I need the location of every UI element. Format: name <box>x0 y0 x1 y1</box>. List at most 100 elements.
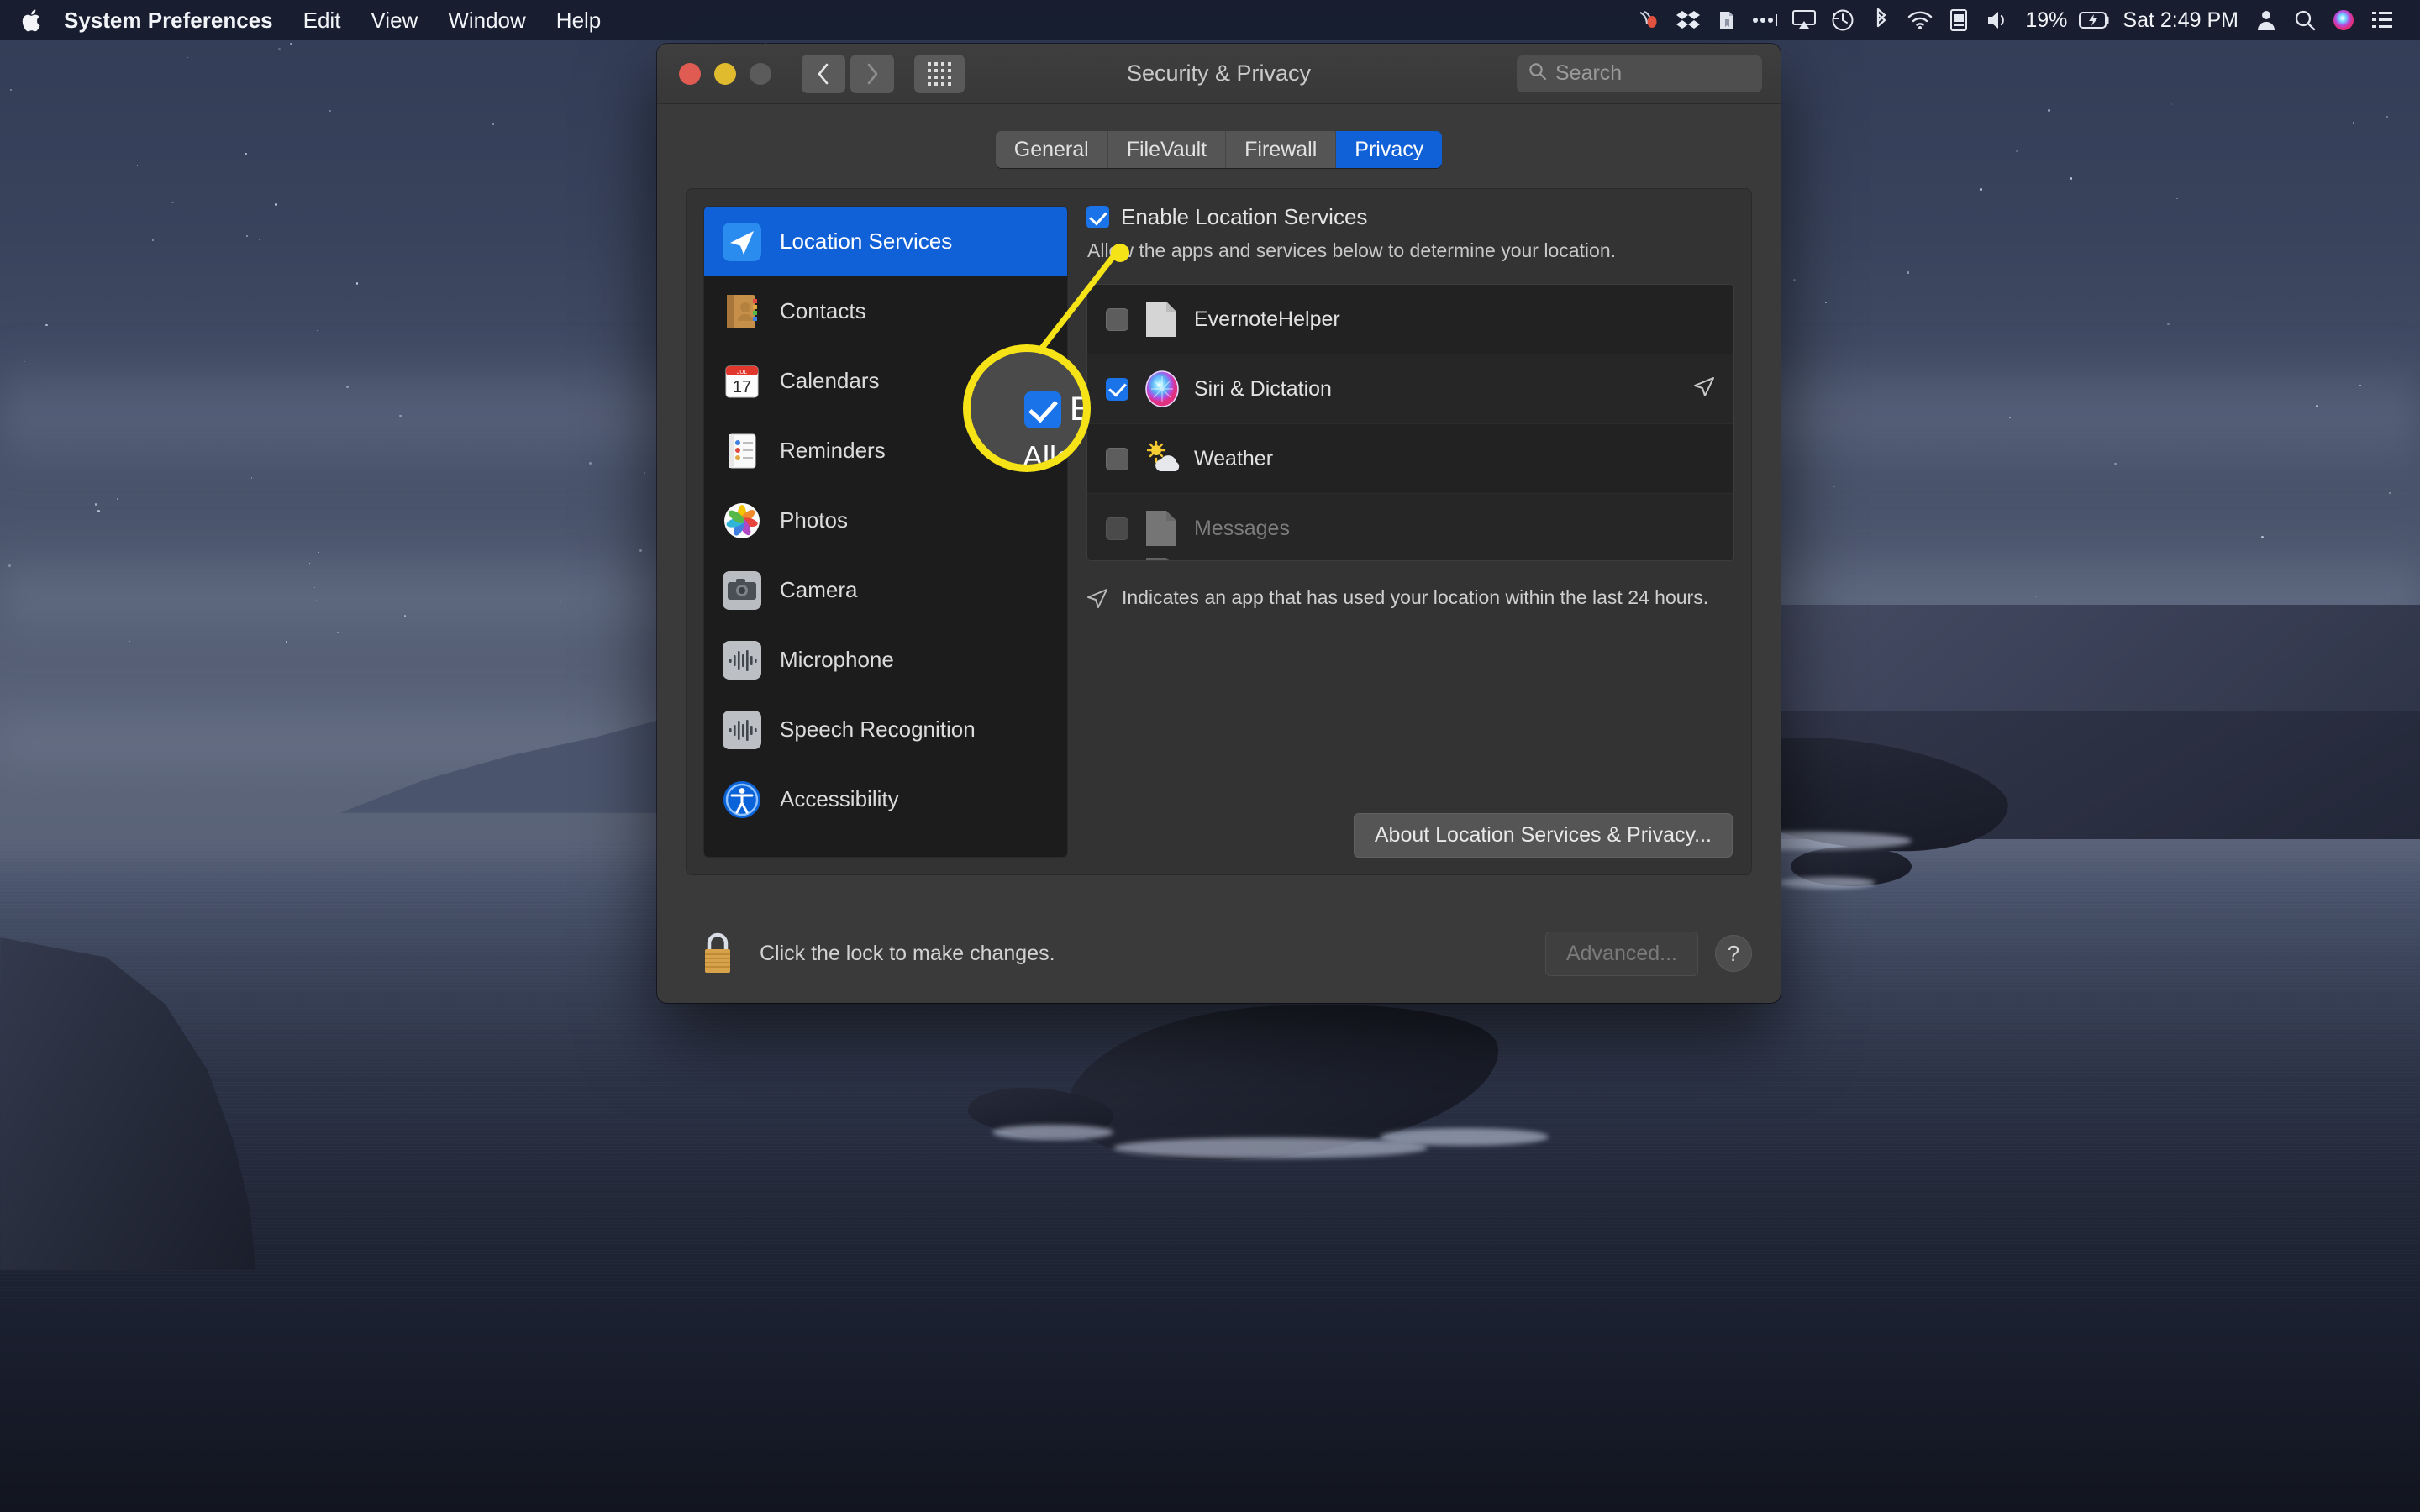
app-name-label: Messages <box>1194 516 1290 540</box>
window-titlebar[interactable]: Security & Privacy Search <box>657 44 1781 104</box>
recent-use-legend-text: Indicates an app that has used your loca… <box>1122 586 1709 608</box>
menubar-clock[interactable]: Sat 2:49 PM <box>2114 8 2247 33</box>
weather-sun-cloud-icon <box>1144 439 1180 478</box>
volume-icon[interactable] <box>1978 5 2017 35</box>
siri-icon[interactable] <box>2324 5 2363 35</box>
location-services-panel: Enable Location Services Allow the apps … <box>1083 206 1734 858</box>
tab-bar: General FileVault Firewall Privacy <box>657 104 1781 173</box>
search-input[interactable]: Search <box>1517 55 1762 92</box>
app-name-label: Siri & Dictation <box>1194 376 1332 401</box>
user-account-icon[interactable] <box>2247 5 2286 35</box>
airplay-icon[interactable] <box>1785 5 1823 35</box>
battery-charging-icon[interactable] <box>2075 5 2114 35</box>
show-all-grid-icon[interactable] <box>914 54 965 93</box>
minimize-button[interactable] <box>714 62 736 85</box>
sidebar-item-speech-recognition[interactable]: Speech Recognition <box>704 695 1067 764</box>
tab-privacy[interactable]: Privacy <box>1336 131 1443 168</box>
sidebar-item-camera[interactable]: Camera <box>704 555 1067 625</box>
recent-location-use-arrow-icon <box>1693 376 1715 402</box>
keyboard-input-icon[interactable] <box>1939 5 1978 35</box>
sidebar-item-label: Reminders <box>780 438 886 463</box>
sidebar-item-reminders[interactable]: Reminders <box>704 416 1067 486</box>
enable-location-services-checkbox[interactable] <box>1086 206 1109 228</box>
search-placeholder: Search <box>1555 61 1623 85</box>
menu-item-window[interactable]: Window <box>433 9 540 31</box>
wifi-icon[interactable] <box>1901 5 1939 35</box>
generic-document-icon <box>1144 556 1179 560</box>
sidebar-item-calendars[interactable]: JUL 17 Calendars <box>704 346 1067 416</box>
privacy-category-sidebar[interactable]: Location Services Contacts JUL 17 Calendars R… <box>703 206 1068 858</box>
ellipsis-icon[interactable] <box>1746 5 1785 35</box>
app-permission-list[interactable]: EvernoteHelper Siri & Dictation Weather Mes… <box>1086 284 1734 561</box>
sidebar-item-photos[interactable]: Photos <box>704 486 1067 555</box>
search-icon <box>1528 62 1547 85</box>
accessibility-icon <box>723 780 761 819</box>
app-permission-row[interactable]: Siri & Dictation <box>1087 354 1733 424</box>
help-button[interactable]: ? <box>1715 935 1752 972</box>
menu-item-view[interactable]: View <box>355 9 433 31</box>
sidebar-item-label: Speech Recognition <box>780 717 976 742</box>
control-center-icon[interactable] <box>2363 5 2402 35</box>
camera-icon <box>723 570 761 610</box>
window-traffic-lights <box>657 62 771 85</box>
evernote-icon[interactable] <box>1707 5 1746 35</box>
sidebar-item-contacts[interactable]: Contacts <box>704 276 1067 346</box>
macos-menu-bar: System Preferences Edit View Window Help <box>0 0 2420 40</box>
menu-item-system-preferences[interactable]: System Preferences <box>49 9 288 31</box>
menu-item-help[interactable]: Help <box>541 9 616 31</box>
app-permission-row[interactable]: Messages <box>1087 494 1733 560</box>
svg-text:17: 17 <box>733 378 751 396</box>
enable-location-services-row[interactable]: Enable Location Services <box>1086 206 1734 228</box>
app-name-label: Weather <box>1194 446 1274 470</box>
tab-filevault[interactable]: FileVault <box>1107 131 1227 168</box>
sidebar-item-microphone[interactable]: Microphone <box>704 625 1067 695</box>
app-permission-checkbox[interactable] <box>1106 307 1128 331</box>
app-permission-checkbox[interactable] <box>1106 447 1128 470</box>
padlock-closed-icon[interactable] <box>699 931 736 976</box>
location-arrow-icon <box>723 222 761 261</box>
sidebar-item-accessibility[interactable]: Accessibility <box>704 764 1067 834</box>
photos-pinwheel-icon <box>723 501 761 540</box>
window-footer: Click the lock to make changes. Advanced… <box>657 904 1781 1003</box>
wallpaper-foam-0 <box>1113 1137 1428 1158</box>
app-permission-row[interactable]: EvernoteHelper <box>1087 285 1733 354</box>
calendar-icon: JUL 17 <box>723 362 761 401</box>
microphone-waveform-icon <box>723 640 761 680</box>
location-arrow-indicator-icon <box>1086 588 1108 614</box>
navigation-buttons <box>802 54 894 93</box>
svg-text:JUL: JUL <box>737 370 748 375</box>
back-button[interactable] <box>802 54 845 93</box>
spotlight-search-icon[interactable] <box>2286 5 2324 35</box>
siri-orb-icon <box>1144 370 1179 408</box>
sidebar-item-location-services[interactable]: Location Services <box>704 207 1067 276</box>
lock-message: Click the lock to make changes. <box>760 941 1055 965</box>
crashplan-icon[interactable] <box>1630 5 1669 35</box>
menu-item-edit[interactable]: Edit <box>288 9 356 31</box>
recent-use-legend: Indicates an app that has used your loca… <box>1086 585 1734 614</box>
app-permission-checkbox[interactable] <box>1106 377 1128 401</box>
generic-document-icon <box>1144 509 1179 548</box>
app-permission-checkbox <box>1106 517 1128 540</box>
contacts-book-icon <box>723 292 761 331</box>
sidebar-item-label: Microphone <box>780 647 894 672</box>
bluetooth-icon[interactable] <box>1862 5 1901 35</box>
advanced-button: Advanced... <box>1544 931 1698 976</box>
sidebar-item-label: Location Services <box>780 228 953 254</box>
privacy-content-panel: Location Services Contacts JUL 17 Calendars R… <box>686 188 1752 875</box>
dropbox-icon[interactable] <box>1669 5 1707 35</box>
forward-button <box>850 54 894 93</box>
app-name-label: EvernoteHelper <box>1194 307 1340 331</box>
close-button[interactable] <box>679 62 701 85</box>
sidebar-item-label: Photos <box>780 507 848 533</box>
location-description: Allow the apps and services below to det… <box>1087 239 1617 261</box>
generic-document-icon <box>1144 300 1179 339</box>
battery-percent-label: 19% <box>2025 8 2068 32</box>
app-permission-row[interactable]: Weather <box>1087 424 1733 494</box>
tab-general[interactable]: General <box>995 131 1108 168</box>
timemachine-icon[interactable] <box>1823 5 1862 35</box>
reminders-list-icon <box>723 432 761 470</box>
apple-logo-icon[interactable] <box>22 8 44 33</box>
about-location-services-button[interactable]: About Location Services & Privacy... <box>1353 813 1733 858</box>
tab-firewall[interactable]: Firewall <box>1226 131 1337 168</box>
security-privacy-window[interactable]: Security & Privacy Search General FileVau… <box>657 44 1781 1003</box>
